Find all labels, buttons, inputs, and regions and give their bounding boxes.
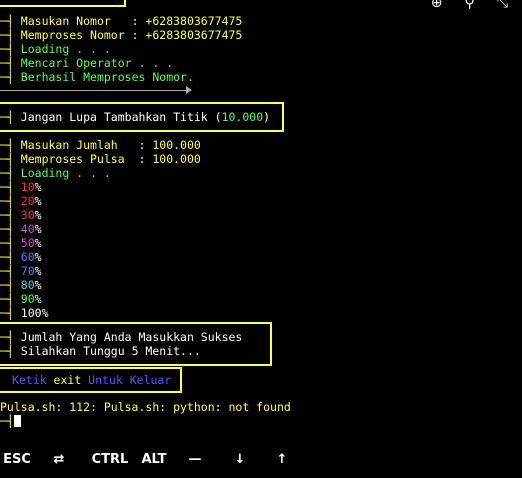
progress-line: ─┤ 70% bbox=[0, 264, 42, 278]
output-line: ─┤ Masukan Jumlah : 100.000 bbox=[0, 138, 201, 152]
progress-line: ─┤ 50% bbox=[0, 236, 42, 250]
progress-line: ─┤ 40% bbox=[0, 222, 42, 236]
exit-text: Ketik exit Untuk Keluar bbox=[12, 373, 172, 387]
up-arrow-key[interactable]: ↑ bbox=[262, 452, 302, 467]
extra-keys-bar: ESC ⇄ CTRL ALT — ↓ ↑ bbox=[0, 440, 522, 478]
terminal-output: ─┤ Masukan Nomor : +6283803677475 ─┤ Mem… bbox=[0, 0, 522, 440]
progress-line: ─┤ 20% bbox=[0, 194, 42, 208]
progress-line: ─┤ 80% bbox=[0, 278, 42, 292]
success-line: ─┤ Jumlah Yang Anda Masukkan Sukses bbox=[0, 330, 243, 344]
output-line: ─┤ Masukan Nomor : +6283803677475 bbox=[0, 14, 243, 28]
output-line: ─┤ Memproses Pulsa : 100.000 bbox=[0, 152, 201, 166]
down-arrow-key[interactable]: ↓ bbox=[218, 452, 262, 467]
top-box-edge bbox=[0, 0, 126, 7]
progress-line: ─┤ 100% bbox=[0, 306, 49, 320]
error-message: Pulsa.sh: 112: Pulsa.sh: python: not fou… bbox=[0, 400, 291, 414]
alt-key[interactable]: ALT bbox=[136, 452, 172, 467]
output-line: ─┤ Mencari Operator . . . bbox=[0, 56, 174, 70]
dash-key[interactable]: — bbox=[172, 452, 218, 467]
success-line: ─┤ Silahkan Tunggu 5 Menit... bbox=[0, 344, 201, 358]
text-cursor bbox=[13, 415, 21, 427]
output-line: ─┤ Memproses Nomor : +6283803677475 bbox=[0, 28, 243, 42]
output-line: ─┤ Berhasil Memproses Nomor. bbox=[0, 70, 194, 84]
progress-line: ─┤ 10% bbox=[0, 180, 42, 194]
tab-key[interactable]: ⇄ bbox=[34, 452, 84, 467]
notice-text: ─┤ Jangan Lupa Tambahkan Titik (10.000) bbox=[0, 110, 271, 124]
ctrl-key[interactable]: CTRL bbox=[84, 452, 136, 467]
divider-line bbox=[0, 90, 188, 91]
progress-line: ─┤ 30% bbox=[0, 208, 42, 222]
esc-key[interactable]: ESC bbox=[0, 452, 34, 467]
progress-line: ─┤ 90% bbox=[0, 292, 42, 306]
divider-arrow-icon bbox=[186, 86, 192, 94]
progress-line: ─┤ 60% bbox=[0, 250, 42, 264]
output-line: ─┤ Loading . . . bbox=[0, 166, 111, 180]
command-prompt[interactable]: ─┤ bbox=[0, 414, 21, 428]
output-line: ─┤ Loading . . . bbox=[0, 42, 111, 56]
